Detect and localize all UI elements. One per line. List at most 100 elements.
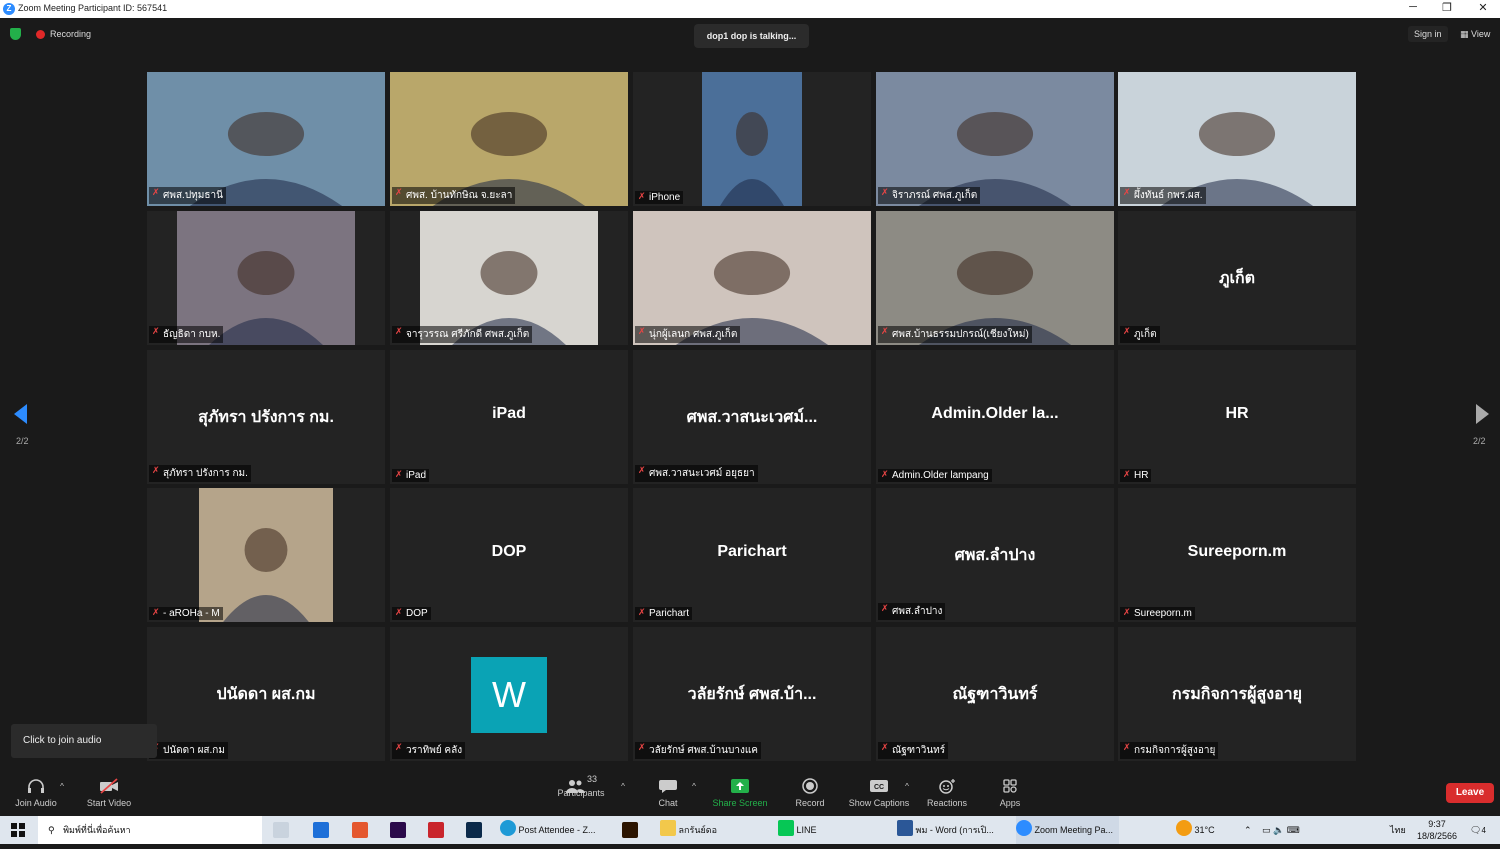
notification-center-icon[interactable]: 🗨4 xyxy=(1470,816,1486,844)
apps-button[interactable]: Apps xyxy=(990,768,1030,816)
participant-tile[interactable]: ศพส.ลำปางศพส.ลำปาง xyxy=(876,488,1114,622)
illustrator-app-icon[interactable] xyxy=(622,822,638,838)
participant-name-label: ศพส.ลำปาง xyxy=(878,603,946,620)
chat-options-caret[interactable]: ^ xyxy=(688,768,700,816)
participant-tile[interactable]: - aROHa - M xyxy=(147,488,385,622)
mail-app-icon[interactable] xyxy=(313,822,329,838)
participants-button[interactable]: 33 Participants xyxy=(552,768,610,816)
chat-icon xyxy=(659,780,677,793)
participant-tile[interactable]: Parichart Parichart xyxy=(633,488,871,622)
view-button[interactable]: ▦ View xyxy=(1456,26,1494,43)
weather-widget[interactable]: 31°C xyxy=(1176,816,1215,844)
participant-display-name: ปนัดดา ผส.กม xyxy=(216,686,316,703)
previous-page-arrow-icon[interactable] xyxy=(14,404,27,424)
participant-tile[interactable]: จิราภรณ์ ศพส.ภูเก็ต xyxy=(876,72,1114,206)
taskbar-folder-window[interactable]: ลกรันย์ดอ xyxy=(660,816,717,844)
weather-sun-icon xyxy=(1176,820,1192,836)
participant-name-label: วราทิพย์ คลัง xyxy=(392,742,466,759)
person-silhouette-icon xyxy=(720,112,784,206)
clock-date: 18/8/2566 xyxy=(1416,831,1458,841)
taskbar-zoom-window[interactable]: Zoom Meeting Pa... xyxy=(1016,816,1120,844)
close-button[interactable]: ✕ xyxy=(1468,1,1498,14)
share-screen-button[interactable]: Share Screen xyxy=(708,768,772,816)
line-window-label: LINE xyxy=(796,825,817,835)
taskbar-search-box[interactable]: ⚲ พิมพ์ที่นี่เพื่อค้นหา xyxy=(38,816,262,844)
participant-name-label: ปนัดดา ผส.กม xyxy=(149,742,228,759)
participant-tile[interactable]: สุภัทรา ปรังการ กม. สุภัทรา ปรังการ กม. xyxy=(147,350,385,484)
page-indicator-right: 2/2 xyxy=(1473,436,1486,446)
participant-display-name: ศพส.ลำปาง xyxy=(954,547,1036,564)
taskbar-edge-window[interactable]: Post Attendee - Z... xyxy=(500,816,596,844)
audio-options-caret[interactable]: ^ xyxy=(56,764,68,812)
taskbar-line-window[interactable]: LINE xyxy=(778,816,817,844)
participant-name-label: จิราภรณ์ ศพส.ภูเก็ต xyxy=(878,187,981,204)
participant-name-label: นุ่กผู้เลนก ศพส.ภูเก็ต xyxy=(635,326,741,343)
participant-display-name: Sureeporn.m xyxy=(1187,543,1287,560)
tray-chevron-icon[interactable]: ⌃ xyxy=(1244,816,1252,844)
participant-display-name: HR xyxy=(1225,405,1249,422)
participants-label: Participants xyxy=(557,788,605,798)
photoshop-app-icon[interactable] xyxy=(466,822,482,838)
participant-video xyxy=(199,488,333,622)
captions-options-caret[interactable]: ^ xyxy=(901,768,913,816)
premiere-app-icon[interactable] xyxy=(390,822,406,838)
windows-logo-icon xyxy=(11,823,25,837)
participant-tile[interactable]: ศพส.ปทุมธานี xyxy=(147,72,385,206)
person-silhouette-icon xyxy=(209,251,323,345)
task-view-icon[interactable] xyxy=(273,822,289,838)
participant-name-label: ศพส.วาสนะเวศม์ อยุธยา xyxy=(635,465,758,482)
minimize-button[interactable]: ─ xyxy=(1398,1,1428,13)
word-window-label: พม - Word (การเปิ... xyxy=(915,825,994,835)
leave-button[interactable]: Leave xyxy=(1446,783,1494,803)
taskbar-word-window[interactable]: พม - Word (การเปิ... xyxy=(897,816,994,844)
acrobat-app-icon[interactable] xyxy=(428,822,444,838)
participant-name-label: ศพส. บ้านทักษิณ จ.ยะลา xyxy=(392,187,516,204)
caret-up-icon: ^ xyxy=(621,782,625,791)
restore-button[interactable]: ❐ xyxy=(1432,1,1462,14)
share-screen-icon xyxy=(731,779,749,793)
participant-tile[interactable]: ปนัดดา ผส.กมปนัดดา ผส.กม xyxy=(147,627,385,761)
start-video-button[interactable]: Start Video xyxy=(80,768,138,816)
participant-display-name: กรมกิจการผู้สูงอายุ xyxy=(1171,686,1303,703)
participant-tile[interactable]: ผึ้งทันธ์ กพร.ผส. xyxy=(1118,72,1356,206)
input-language[interactable]: ไทย xyxy=(1390,816,1406,844)
chat-button[interactable]: Chat xyxy=(648,768,688,816)
security-shield-icon[interactable] xyxy=(10,28,21,40)
participant-tile[interactable]: ศพส.วาสนะเวศม์... ศพส.วาสนะเวศม์ อยุธยา xyxy=(633,350,871,484)
share-screen-label: Share Screen xyxy=(712,798,768,808)
participant-tile[interactable]: iPhone xyxy=(633,72,871,206)
start-video-label: Start Video xyxy=(86,798,132,808)
participant-tile[interactable]: Sureeporn.m Sureeporn.m xyxy=(1118,488,1356,622)
next-page-arrow-icon[interactable] xyxy=(1476,404,1489,424)
participant-tile[interactable]: จารุวรรณ ศรีภักดี ศพส.ภูเก็ต xyxy=(390,211,628,345)
participants-options-caret[interactable]: ^ xyxy=(617,768,629,816)
participant-tile[interactable]: วลัยรักษ์ ศพส.บ้า... วลัยรักษ์ ศพส.บ้านบา… xyxy=(633,627,871,761)
record-button[interactable]: Record xyxy=(788,768,832,816)
sign-in-button[interactable]: Sign in xyxy=(1408,26,1448,42)
participant-tile[interactable]: iPad iPad xyxy=(390,350,628,484)
tray-icons[interactable]: ▭ 🔈 ⌨ xyxy=(1262,816,1300,844)
participant-tile[interactable]: DOP DOP xyxy=(390,488,628,622)
participant-tile[interactable]: นุ่กผู้เลนก ศพส.ภูเก็ต xyxy=(633,211,871,345)
participant-name-label: Admin.Older lampang xyxy=(878,469,992,482)
participant-tile[interactable]: กรมกิจการผู้สูงอายุกรมกิจการผู้สูงอายุ xyxy=(1118,627,1356,761)
recording-label: Recording xyxy=(50,29,92,39)
taskbar-clock[interactable]: 9:37 18/8/2566 xyxy=(1414,818,1460,846)
participant-tile[interactable]: ณัฐฑาวินทร์ณัฐฑาวินทร์ xyxy=(876,627,1114,761)
participant-tile[interactable]: Admin.Older la... Admin.Older lampang xyxy=(876,350,1114,484)
participant-tile[interactable]: ศพส. บ้านทักษิณ จ.ยะลา xyxy=(390,72,628,206)
reactions-button[interactable]: Reactions xyxy=(922,768,972,816)
office-app-icon[interactable] xyxy=(352,822,368,838)
join-audio-label: Join Audio xyxy=(15,798,57,808)
windows-start-icon[interactable] xyxy=(10,816,26,844)
participant-tile[interactable]: HR HR xyxy=(1118,350,1356,484)
participant-name-label: ณัฐฑาวินทร์ xyxy=(878,742,949,759)
zoom-logo-icon: Z xyxy=(3,3,15,15)
participant-tile[interactable]: ภูเก็ตภูเก็ต xyxy=(1118,211,1356,345)
person-silhouette-icon xyxy=(189,112,343,206)
participant-tile[interactable]: ธัญธิดา กบห. xyxy=(147,211,385,345)
participants-count: 33 xyxy=(586,774,597,784)
participant-tile[interactable]: W วราทิพย์ คลัง xyxy=(390,627,628,761)
participant-tile[interactable]: ศพส.บ้านธรรมปกรณ์(เชียงใหม่) xyxy=(876,211,1114,345)
record-label: Record xyxy=(795,798,825,808)
